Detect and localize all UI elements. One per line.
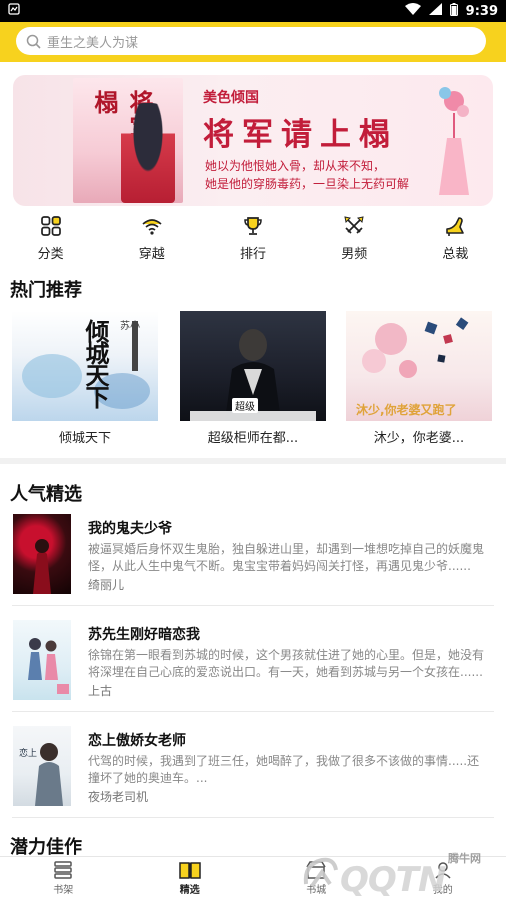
- svg-text:恋上: 恋上: [19, 747, 37, 759]
- hot-book-name: 倾城天下: [58, 431, 111, 446]
- list-item[interactable]: 恋上 恋上傲娇女老师 代驾的时候，我遇到了班三任，她喝醉了，我做了很多不该做的事…: [0, 712, 506, 818]
- hot-book-2[interactable]: 沐少,你老婆又跑了 沐少，你老婆...: [346, 311, 492, 446]
- wifi-signal-icon: [404, 3, 421, 19]
- nav-item-store[interactable]: 书城: [253, 857, 380, 900]
- banner-title: 将军请上榻: [203, 117, 398, 153]
- nav-label: 书架: [53, 885, 74, 896]
- book-open-icon: [179, 862, 201, 879]
- category-label: 男频: [341, 247, 368, 262]
- heel-icon: [446, 217, 465, 236]
- category-item-0[interactable]: 分类: [0, 215, 101, 265]
- wifi-icon: [142, 219, 162, 235]
- banner-line-1: 她以为他恨她入骨，却从来不知，: [205, 159, 386, 173]
- book-title: 我的鬼夫少爷: [88, 521, 172, 537]
- store-icon: [306, 861, 326, 879]
- status-left: [8, 3, 405, 19]
- list-item[interactable]: 我的鬼夫少爷 被逼冥婚后身怀双生鬼胎，独自躲进山里，却遇到一堆想吃掉自己的妖魔鬼…: [0, 500, 506, 606]
- nav-item-shelf[interactable]: 书架: [0, 857, 127, 900]
- tassel-ornament-icon: [439, 87, 469, 195]
- cell-signal-icon: [428, 3, 442, 19]
- nav-item-mine[interactable]: 我的: [380, 857, 506, 900]
- hot-book-name: 超级柜师在都...: [207, 431, 299, 446]
- hot-books-row: 倾城天下 苏小 倾城天下 超级 超级柜师在都... 沐少,你老婆又跑了 沐少，你…: [12, 311, 494, 446]
- popular-list: 我的鬼夫少爷 被逼冥婚后身怀双生鬼胎，独自躲进山里，却遇到一堆想吃掉自己的妖魔鬼…: [0, 500, 506, 818]
- swords-icon: [344, 216, 364, 234]
- book-author: 绮丽儿: [88, 578, 125, 592]
- user-icon: [435, 862, 451, 879]
- banner-line-2: 她是他的穿肠毒药，一旦染上无药可解: [205, 177, 410, 191]
- category-item-1[interactable]: 穿越: [101, 215, 202, 265]
- book-title: 苏先生刚好暗恋我: [88, 627, 200, 643]
- banner-book-cover: 将军请上榻: [73, 78, 183, 203]
- nav-label: 我的: [432, 885, 453, 896]
- category-row: 分类 穿越 排行 男频 总裁: [0, 215, 506, 265]
- category-label: 穿越: [138, 247, 165, 262]
- book-description: 被逼冥婚后身怀双生鬼胎，独自躲进山里，却遇到一堆想吃掉自己的妖魔鬼怪，从此人生中…: [88, 542, 485, 573]
- book-description: 徐锦在第一眼看到苏城的时候，这个男孩就住进了她的心里。但是，她没有将深埋在自己心…: [88, 648, 485, 679]
- section-divider: [0, 458, 506, 464]
- category-item-2[interactable]: 排行: [202, 215, 303, 265]
- category-label: 排行: [240, 247, 267, 262]
- status-time: 9:39: [465, 3, 498, 19]
- hot-book-1[interactable]: 超级 超级柜师在都...: [180, 311, 326, 446]
- book-cover: 超级: [180, 311, 326, 421]
- notification-icon: [8, 3, 20, 19]
- book-cover: [13, 620, 71, 700]
- hot-cover-title: 沐少,你老婆又跑了: [356, 403, 457, 417]
- book-author: 上古: [88, 684, 113, 698]
- category-label: 分类: [37, 247, 64, 262]
- search-icon: [26, 34, 41, 49]
- hot-book-0[interactable]: 倾城天下 苏小 倾城天下: [12, 311, 158, 446]
- category-item-3[interactable]: 男频: [304, 215, 405, 265]
- nav-item-featured[interactable]: 精选: [127, 857, 254, 900]
- hot-cover-author: 苏小: [120, 321, 140, 332]
- book-cover: [13, 514, 71, 594]
- hot-cover-title-band: [190, 411, 316, 421]
- cover-art: [33, 539, 51, 594]
- search-input[interactable]: 重生之美人为谋: [16, 27, 486, 55]
- hot-cover-title: 倾城天下: [81, 319, 110, 407]
- book-author: 夜场老司机: [88, 790, 149, 804]
- list-separator: [12, 817, 494, 818]
- cover-art: 恋上: [19, 743, 63, 806]
- battery-icon: [449, 2, 458, 20]
- banner-cover-figure: [121, 103, 175, 203]
- status-right: 9:39: [404, 2, 498, 20]
- shelf-icon: [54, 861, 72, 879]
- search-placeholder: 重生之美人为谋: [47, 35, 139, 51]
- nav-label: 书城: [306, 885, 327, 896]
- category-item-4[interactable]: 总裁: [405, 215, 506, 265]
- book-title: 恋上傲娇女老师: [88, 733, 186, 749]
- book-cover: 沐少,你老婆又跑了: [346, 311, 492, 421]
- trophy-icon: [244, 217, 262, 235]
- grid-icon: [40, 216, 61, 236]
- category-label: 总裁: [442, 247, 469, 262]
- nav-label: 精选: [179, 885, 200, 896]
- book-description: 代驾的时候，我遇到了班三任，她喝醉了，我做了很多不该做的事情.....还撞坏了她…: [88, 754, 480, 785]
- status-bar: 9:39: [0, 0, 506, 22]
- promo-banner[interactable]: 将军请上榻 美色倾国 将军请上榻 她以为他恨她入骨，却从来不知， 她是他的穿肠毒…: [13, 75, 493, 206]
- bottom-nav: 书架 精选 书城 我的: [0, 856, 506, 900]
- app-header: 重生之美人为谋: [0, 22, 506, 62]
- hot-book-name: 沐少，你老婆...: [373, 431, 465, 446]
- list-item[interactable]: 苏先生刚好暗恋我 徐锦在第一眼看到苏城的时候，这个男孩就住进了她的心里。但是，她…: [0, 606, 506, 712]
- section-title-hot: 热门推荐: [10, 280, 82, 301]
- book-cover: 倾城天下 苏小: [12, 311, 158, 421]
- banner-subtitle: 美色倾国: [203, 90, 259, 106]
- cover-art: [28, 638, 69, 694]
- book-cover: 恋上: [13, 726, 71, 806]
